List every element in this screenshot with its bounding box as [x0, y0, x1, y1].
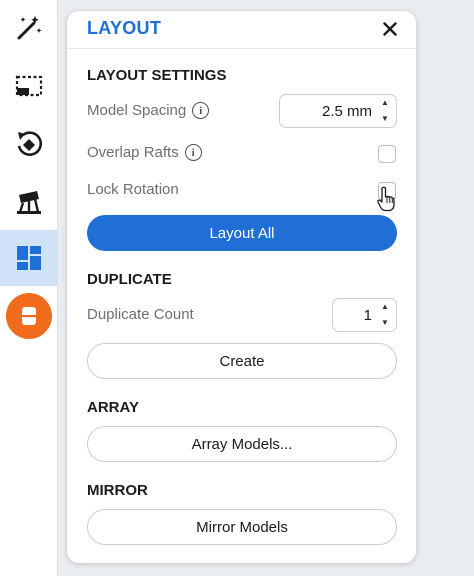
layout-tool[interactable]	[0, 230, 57, 286]
array-heading: ARRAY	[87, 399, 139, 416]
duplicate-count-value[interactable]: 1	[333, 307, 378, 324]
lock-rotation-label: Lock Rotation	[87, 181, 179, 198]
orange-model-button[interactable]	[5, 293, 52, 339]
overlap-rafts-checkbox[interactable]	[378, 145, 396, 163]
select-region-icon	[15, 75, 42, 97]
duplicate-heading: DUPLICATE	[87, 271, 172, 288]
lock-rotation-row: Lock Rotation	[87, 181, 179, 198]
increment-arrow-icon[interactable]: ▲	[381, 98, 389, 108]
rotate-icon	[17, 131, 42, 156]
decrement-arrow-icon[interactable]: ▼	[381, 318, 389, 328]
magic-wand-icon	[17, 16, 41, 40]
layout-grid-icon	[16, 246, 41, 270]
close-button[interactable]	[380, 19, 400, 39]
overlap-rafts-label: Overlap Rafts	[87, 144, 179, 161]
model-spacing-label: Model Spacing	[87, 102, 187, 119]
duplicate-count-label: Duplicate Count	[87, 306, 194, 323]
layout-settings-heading: LAYOUT SETTINGS	[87, 67, 227, 84]
duplicate-count-stepper[interactable]: ▲ ▼	[378, 302, 392, 328]
model-spacing-input[interactable]: 2.5 mm ▲ ▼	[279, 94, 397, 128]
orange-model-icon	[21, 307, 36, 325]
close-icon	[383, 22, 397, 36]
array-models-button[interactable]: Array Models...	[87, 426, 397, 462]
support-tree-icon	[16, 191, 41, 214]
mirror-models-button[interactable]: Mirror Models	[87, 509, 397, 545]
duplicate-count-input[interactable]: 1 ▲ ▼	[332, 298, 397, 332]
info-icon[interactable]: i	[192, 102, 210, 119]
decrement-arrow-icon[interactable]: ▼	[381, 114, 389, 124]
duplicate-count-row: Duplicate Count	[87, 306, 194, 323]
layout-panel: LAYOUT LAYOUT SETTINGS Model Spacing i 2…	[67, 11, 416, 563]
model-spacing-stepper[interactable]: ▲ ▼	[378, 98, 392, 124]
rotate-tool[interactable]	[0, 116, 57, 172]
create-button[interactable]: Create	[87, 343, 397, 379]
panel-header: LAYOUT	[67, 11, 416, 49]
model-spacing-row: Model Spacing i	[87, 102, 210, 119]
info-icon[interactable]: i	[184, 144, 202, 161]
hand-cursor-icon	[377, 186, 395, 212]
mirror-heading: MIRROR	[87, 482, 148, 499]
magic-wand-tool[interactable]	[0, 0, 57, 56]
model-spacing-value[interactable]: 2.5 mm	[280, 103, 378, 120]
left-toolbar	[0, 0, 58, 576]
panel-title: LAYOUT	[87, 18, 162, 38]
layout-all-button[interactable]: Layout All	[87, 215, 397, 251]
increment-arrow-icon[interactable]: ▲	[381, 302, 389, 312]
model-info-tool[interactable]	[0, 288, 57, 344]
overlap-rafts-row: Overlap Rafts i	[87, 144, 202, 161]
supports-tool[interactable]	[0, 174, 57, 230]
select-region-tool[interactable]	[0, 58, 57, 114]
